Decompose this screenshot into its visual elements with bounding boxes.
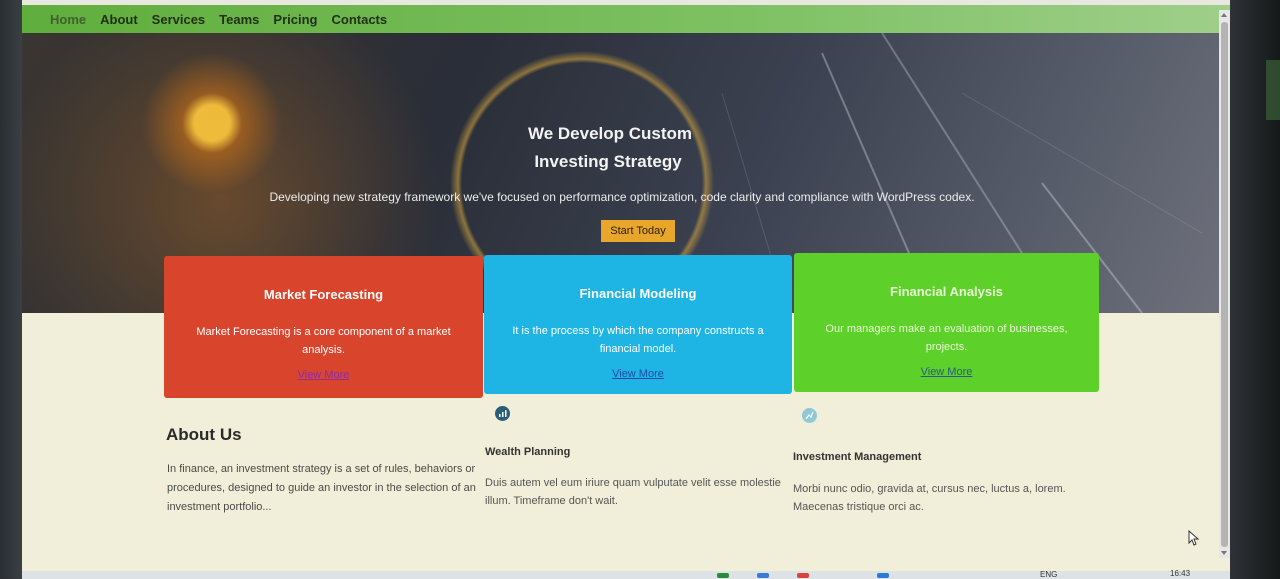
- nav-services[interactable]: Services: [152, 12, 206, 27]
- service-card-financial-analysis: Financial Analysis Our managers make an …: [794, 253, 1099, 392]
- about-text: In finance, an investment strategy is a …: [167, 463, 476, 513]
- view-more-link[interactable]: View More: [921, 366, 973, 378]
- scrollbar-thumb[interactable]: [1221, 22, 1228, 547]
- monitor-bezel-right: [1230, 0, 1280, 579]
- hero-subtitle: Developing new strategy framework we've …: [269, 190, 975, 204]
- browser-viewport: Home About Services Teams Pricing Contac…: [22, 0, 1230, 579]
- view-more-link[interactable]: View More: [612, 368, 664, 380]
- investment-management-title: Investment Management: [793, 451, 922, 463]
- view-more-link[interactable]: View More: [298, 369, 350, 381]
- nav-pricing[interactable]: Pricing: [273, 12, 317, 27]
- card-title: Financial Analysis: [890, 284, 1003, 299]
- growth-icon: [802, 408, 817, 423]
- wealth-planning-text: Duis autem vel eum iriure quam vulputate…: [485, 477, 781, 507]
- main-nav: Home About Services Teams Pricing Contac…: [22, 5, 1230, 33]
- scroll-up-arrow-icon[interactable]: [1221, 13, 1227, 17]
- nav-contacts[interactable]: Contacts: [331, 12, 387, 27]
- card-text: It is the process by which the company c…: [512, 325, 764, 355]
- service-card-market-forecasting: Market Forecasting Market Forecasting is…: [164, 256, 483, 398]
- chart-icon: [495, 406, 510, 421]
- nav-about[interactable]: About: [100, 12, 138, 27]
- clock[interactable]: 16:43: [1170, 569, 1190, 578]
- investment-management-text: Morbi nunc odio, gravida at, cursus nec,…: [793, 483, 1066, 513]
- language-indicator[interactable]: ENG: [1040, 570, 1057, 579]
- service-card-financial-modeling: Financial Modeling It is the process by …: [484, 255, 792, 394]
- card-title: Financial Modeling: [579, 286, 697, 301]
- mouse-cursor-icon: [1188, 530, 1200, 546]
- scroll-down-arrow-icon[interactable]: [1221, 551, 1227, 555]
- about-title: About Us: [166, 425, 242, 444]
- start-today-button[interactable]: Start Today: [601, 220, 675, 242]
- background-object: [1266, 60, 1280, 120]
- wealth-planning-title: Wealth Planning: [485, 446, 571, 458]
- monitor-bezel-left: [0, 0, 22, 579]
- hero-title-line-2: Investing Strategy: [534, 152, 682, 171]
- card-text: Market Forecasting is a core component o…: [196, 326, 451, 356]
- nav-teams[interactable]: Teams: [219, 12, 259, 27]
- page-scrollbar[interactable]: [1219, 10, 1230, 558]
- taskbar-app-icon[interactable]: [877, 573, 889, 578]
- taskbar-app-icon[interactable]: [797, 573, 809, 578]
- card-title: Market Forecasting: [263, 287, 384, 302]
- taskbar-app-icon[interactable]: [757, 573, 769, 578]
- taskbar-app-icon[interactable]: [717, 573, 729, 578]
- taskbar: ENG 16:43: [22, 569, 1230, 579]
- card-text: Our managers make an evaluation of busin…: [825, 323, 1068, 353]
- nav-home[interactable]: Home: [50, 12, 86, 27]
- hero-title-line-1: We Develop Custom: [527, 124, 693, 143]
